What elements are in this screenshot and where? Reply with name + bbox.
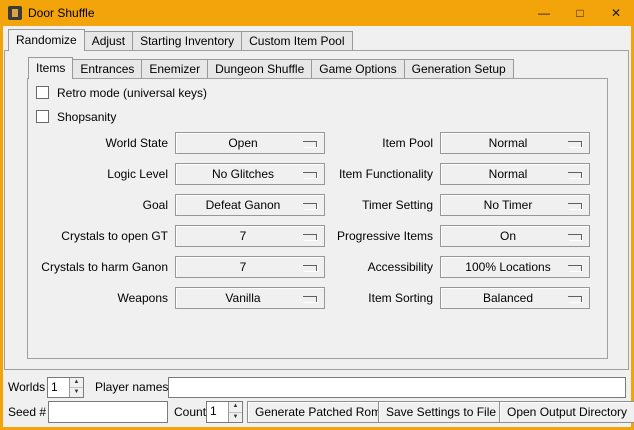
spin-up-button[interactable]: ▲	[70, 378, 83, 388]
item-sorting-value: Balanced	[441, 288, 589, 308]
worlds-value: 1	[48, 378, 69, 397]
count-value: 1	[207, 402, 228, 422]
window-title: Door Shuffle	[28, 6, 95, 20]
retro-mode-checkbox[interactable]	[36, 86, 49, 99]
shopsanity-label: Shopsanity	[57, 110, 116, 124]
item-functionality-label: Item Functionality	[288, 163, 433, 185]
spin-down-button[interactable]: ▼	[229, 413, 242, 423]
retro-mode-label: Retro mode (universal keys)	[57, 86, 207, 100]
accessibility-value: 100% Locations	[441, 257, 589, 277]
retro-mode-row: Retro mode (universal keys)	[36, 85, 207, 100]
timer-setting-dropdown[interactable]: No Timer	[440, 194, 590, 216]
item-sorting-label: Item Sorting	[288, 287, 433, 309]
tab-enemizer[interactable]: Enemizer	[141, 59, 208, 78]
save-settings-button[interactable]: Save Settings to File	[378, 401, 504, 423]
item-functionality-value: Normal	[441, 164, 589, 184]
item-pool-value: Normal	[441, 133, 589, 153]
dropdown-indicator-icon	[568, 141, 582, 147]
tab-adjust[interactable]: Adjust	[84, 31, 133, 50]
randomize-sub-tab-bar: Items Entrances Enemizer Dungeon Shuffle…	[28, 57, 514, 79]
tab-randomize[interactable]: Randomize	[8, 29, 85, 51]
seed-label: Seed #	[8, 402, 46, 423]
open-output-button[interactable]: Open Output Directory	[499, 401, 634, 423]
dropdown-indicator-icon	[568, 234, 582, 240]
tab-game-options[interactable]: Game Options	[311, 59, 404, 78]
spin-down-button[interactable]: ▼	[70, 388, 83, 397]
maximize-button[interactable]: □	[562, 0, 598, 26]
shopsanity-row: Shopsanity	[36, 109, 116, 124]
titlebar: Door Shuffle — □ ✕	[0, 0, 634, 26]
dropdown-indicator-icon	[568, 172, 582, 178]
crystals-open-gt-label: Crystals to open GT	[23, 225, 168, 247]
worlds-spinbox[interactable]: 1 ▲ ▼	[47, 377, 84, 398]
worlds-label: Worlds	[8, 377, 45, 398]
crystals-harm-ganon-label: Crystals to harm Ganon	[23, 256, 168, 278]
timer-setting-value: No Timer	[441, 195, 589, 215]
tab-dungeon-shuffle[interactable]: Dungeon Shuffle	[207, 59, 312, 78]
accessibility-label: Accessibility	[288, 256, 433, 278]
tab-custom-item-pool[interactable]: Custom Item Pool	[241, 31, 352, 50]
player-names-input[interactable]	[168, 377, 626, 398]
dropdown-indicator-icon	[568, 265, 582, 271]
logic-level-label: Logic Level	[23, 163, 168, 185]
item-sorting-dropdown[interactable]: Balanced	[440, 287, 590, 309]
progressive-items-dropdown[interactable]: On	[440, 225, 590, 247]
dropdown-indicator-icon	[568, 203, 582, 209]
spinner-arrows: ▲ ▼	[228, 402, 242, 422]
seed-input[interactable]	[48, 401, 168, 423]
timer-setting-label: Timer Setting	[288, 194, 433, 216]
tab-starting-inventory[interactable]: Starting Inventory	[132, 31, 242, 50]
progressive-items-label: Progressive Items	[288, 225, 433, 247]
tab-generation-setup[interactable]: Generation Setup	[404, 59, 514, 78]
goal-label: Goal	[23, 194, 168, 216]
item-pool-dropdown[interactable]: Normal	[440, 132, 590, 154]
dropdown-indicator-icon	[568, 296, 582, 302]
window: Door Shuffle — □ ✕ Randomize Adjust Star…	[0, 0, 634, 430]
main-tab-bar: Randomize Adjust Starting Inventory Cust…	[8, 29, 353, 51]
item-functionality-dropdown[interactable]: Normal	[440, 163, 590, 185]
spin-up-button[interactable]: ▲	[229, 402, 242, 413]
close-button[interactable]: ✕	[598, 0, 634, 26]
player-names-label: Player names	[95, 377, 168, 398]
tab-items[interactable]: Items	[28, 57, 73, 79]
world-state-label: World State	[23, 132, 168, 154]
progressive-items-value: On	[441, 226, 589, 246]
tab-entrances[interactable]: Entrances	[72, 59, 142, 78]
accessibility-dropdown[interactable]: 100% Locations	[440, 256, 590, 278]
client-area: Randomize Adjust Starting Inventory Cust…	[3, 26, 631, 427]
generate-rom-button[interactable]: Generate Patched Rom	[247, 401, 389, 423]
shopsanity-checkbox[interactable]	[36, 110, 49, 123]
minimize-button[interactable]: —	[526, 0, 562, 26]
count-label: Count	[174, 402, 206, 423]
spinner-arrows: ▲ ▼	[69, 378, 83, 397]
app-icon	[8, 6, 22, 20]
weapons-label: Weapons	[23, 287, 168, 309]
item-pool-label: Item Pool	[288, 132, 433, 154]
count-spinbox[interactable]: 1 ▲ ▼	[206, 401, 243, 423]
